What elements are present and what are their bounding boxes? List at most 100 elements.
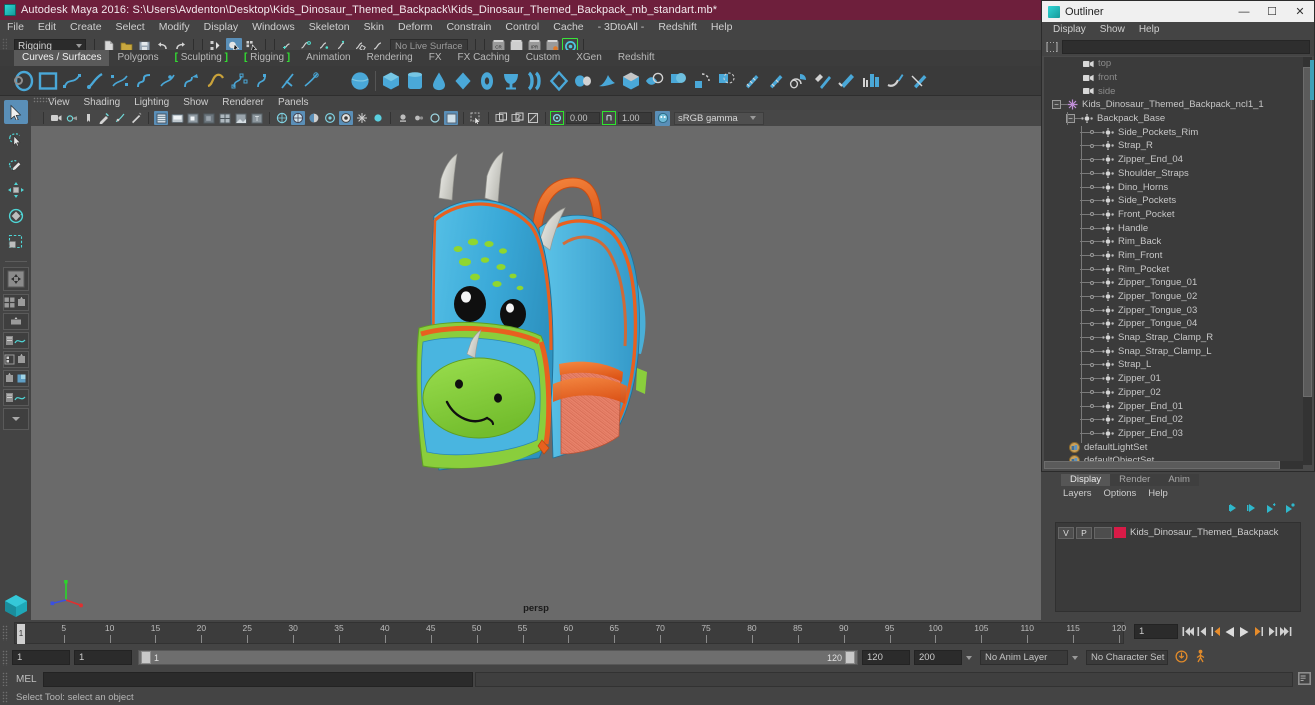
- untrim-surfaces-icon[interactable]: [811, 68, 835, 94]
- new-layer-from-selected-icon[interactable]: [1282, 502, 1295, 516]
- script-editor-icon[interactable]: [1298, 672, 1311, 685]
- wireframe-icon[interactable]: [154, 111, 168, 125]
- rebuild-curve-icon[interactable]: [300, 68, 324, 94]
- select-tool-button[interactable]: [3, 100, 28, 124]
- isolate-select-icon[interactable]: [355, 111, 369, 125]
- outliner-item-defaultlightset[interactable]: defaultLightSet: [1044, 440, 1303, 454]
- command-language-label[interactable]: MEL: [16, 674, 37, 685]
- viewport-menu-lighting[interactable]: Lighting: [127, 96, 176, 110]
- layer-playback-toggle[interactable]: P: [1076, 526, 1092, 539]
- outliner-item-dino-horns[interactable]: Dino_Horns: [1044, 180, 1303, 194]
- shelf-tab-xgen[interactable]: XGen: [568, 50, 610, 66]
- outliner-horizontal-scrollbar[interactable]: [1044, 461, 1303, 469]
- range-start-field[interactable]: 1: [74, 650, 132, 665]
- boundary-icon[interactable]: [643, 68, 667, 94]
- bevel-icon[interactable]: [691, 68, 715, 94]
- playback-end-field[interactable]: 120: [862, 650, 910, 665]
- command-input[interactable]: [42, 671, 473, 687]
- smooth-shade-selected-icon[interactable]: [186, 111, 200, 125]
- bevel-plus-icon[interactable]: [715, 68, 739, 94]
- outliner-item-top[interactable]: top: [1044, 57, 1303, 71]
- gamma-field[interactable]: 1.00: [618, 112, 652, 124]
- close-button[interactable]: ✕: [1286, 1, 1314, 22]
- detach-surfaces-icon[interactable]: [859, 68, 883, 94]
- depth-of-field-icon[interactable]: [339, 111, 353, 125]
- outliner-item-backpack-base[interactable]: − Backpack_Base: [1044, 112, 1303, 126]
- chevron-down-icon[interactable]: [966, 655, 972, 660]
- viewport-menu-shading[interactable]: Shading: [77, 96, 128, 110]
- outliner-item-rim-pocket[interactable]: Rim_Pocket: [1044, 262, 1303, 276]
- insert-isoparms-icon[interactable]: [907, 68, 931, 94]
- animation-end-field[interactable]: 200: [914, 650, 962, 665]
- outliner-item-snap-strap-clamp-r[interactable]: Snap_Strap_Clamp_R: [1044, 331, 1303, 345]
- backpack-3d-model[interactable]: [401, 136, 681, 506]
- bezier-curve-icon[interactable]: [132, 68, 156, 94]
- pencil-curve-tool-icon[interactable]: [84, 68, 108, 94]
- curve-editing-tool-icon[interactable]: [180, 68, 204, 94]
- shelf-tab-redshift[interactable]: Redshift: [609, 50, 663, 66]
- panel-zoom-rectangle-icon[interactable]: [526, 111, 540, 125]
- shadows-icon[interactable]: [275, 111, 289, 125]
- exposure-toggle-button[interactable]: [550, 111, 564, 125]
- chevron-down-icon[interactable]: [1072, 655, 1078, 660]
- smooth-shade-all-icon[interactable]: [170, 111, 184, 125]
- shelf-tab-sculpting[interactable]: [ Sculpting ]: [166, 50, 236, 66]
- viewport-panel-grip[interactable]: [33, 97, 55, 103]
- go-to-end-icon[interactable]: [1280, 623, 1292, 640]
- menu-item-deform[interactable]: Deform: [391, 20, 439, 35]
- align-surfaces-icon[interactable]: [883, 68, 907, 94]
- screen-space-ao-icon[interactable]: [291, 111, 305, 125]
- exposure-ring-icon[interactable]: [428, 111, 442, 125]
- cv-curve-tool-icon[interactable]: [60, 68, 84, 94]
- view-transform-icon[interactable]: [444, 111, 458, 125]
- two-pane-side-layout-button[interactable]: [2, 351, 29, 368]
- layer-row[interactable]: V P Kids_Dinosaur_Themed_Backpack: [1056, 525, 1300, 540]
- wireframe-on-shaded-icon[interactable]: [218, 111, 232, 125]
- single-perspective-view-layout-button[interactable]: [2, 267, 29, 291]
- panel-tear-off-copy-icon[interactable]: [494, 111, 508, 125]
- command-line-grip[interactable]: [2, 672, 8, 686]
- nurbs-square-icon[interactable]: [36, 68, 60, 94]
- persp-graph-editor-layout-button[interactable]: [2, 332, 29, 349]
- menu-item-redshift[interactable]: Redshift: [651, 20, 704, 35]
- outliner-item-side[interactable]: side: [1044, 84, 1303, 98]
- move-layer-up-icon[interactable]: [1225, 503, 1238, 516]
- nurbs-cone-icon[interactable]: [451, 68, 475, 94]
- use-all-lights-icon[interactable]: T: [250, 111, 264, 125]
- outliner-item-kids-dinosaur-themed-backpack-ncl1-1[interactable]: − Kids_Dinosaur_Themed_Backpack_ncl1_1: [1044, 98, 1303, 112]
- xray-active-components-icon[interactable]: [412, 111, 426, 125]
- shelf-tab-rendering[interactable]: Rendering: [358, 50, 421, 66]
- layer-name-label[interactable]: Kids_Dinosaur_Themed_Backpack: [1130, 527, 1278, 538]
- shelf-options-icon[interactable]: [14, 76, 23, 85]
- project-curve-icon[interactable]: [763, 68, 787, 94]
- xray-joints-icon[interactable]: [396, 111, 410, 125]
- menu-item-skeleton[interactable]: Skeleton: [302, 20, 357, 35]
- ipr-icon[interactable]: [129, 111, 143, 125]
- menu-item-windows[interactable]: Windows: [245, 20, 302, 35]
- outliner-menu-display[interactable]: Display: [1046, 22, 1093, 38]
- nurbs-torus-icon[interactable]: [499, 68, 523, 94]
- menu-item-cache[interactable]: Cache: [546, 20, 590, 35]
- shelf-tab-custom[interactable]: Custom: [517, 50, 569, 66]
- xray-icon[interactable]: [371, 111, 385, 125]
- menu-item-create[interactable]: Create: [63, 20, 109, 35]
- menu-item-help[interactable]: Help: [704, 20, 740, 35]
- shelf-tab-curves-surfaces[interactable]: Curves / Surfaces: [14, 50, 110, 66]
- viewport-menu-panels[interactable]: Panels: [271, 96, 316, 110]
- layer-shading-toggle[interactable]: [1094, 526, 1112, 539]
- surface-fillet-icon[interactable]: [955, 68, 979, 94]
- anim-layer-selector[interactable]: No Anim Layer: [980, 650, 1068, 665]
- ep-curve-tool-icon[interactable]: [108, 68, 132, 94]
- sculpt-geometry-tool-icon[interactable]: [931, 68, 955, 94]
- select-camera-icon[interactable]: [49, 111, 63, 125]
- layer-visibility-toggle[interactable]: V: [1058, 526, 1074, 539]
- attach-surfaces-icon[interactable]: [835, 68, 859, 94]
- step-forward-frame-icon[interactable]: [1252, 623, 1264, 640]
- outliner-item-zipper-end-04[interactable]: Zipper_End_04: [1044, 153, 1303, 167]
- outliner-menu-show[interactable]: Show: [1093, 22, 1132, 38]
- image-plane-icon[interactable]: [81, 111, 95, 125]
- exposure-field[interactable]: 0.00: [566, 112, 600, 124]
- go-to-start-icon[interactable]: [1182, 623, 1194, 640]
- menu-item-display[interactable]: Display: [197, 20, 245, 35]
- menu-item-file[interactable]: File: [0, 20, 31, 35]
